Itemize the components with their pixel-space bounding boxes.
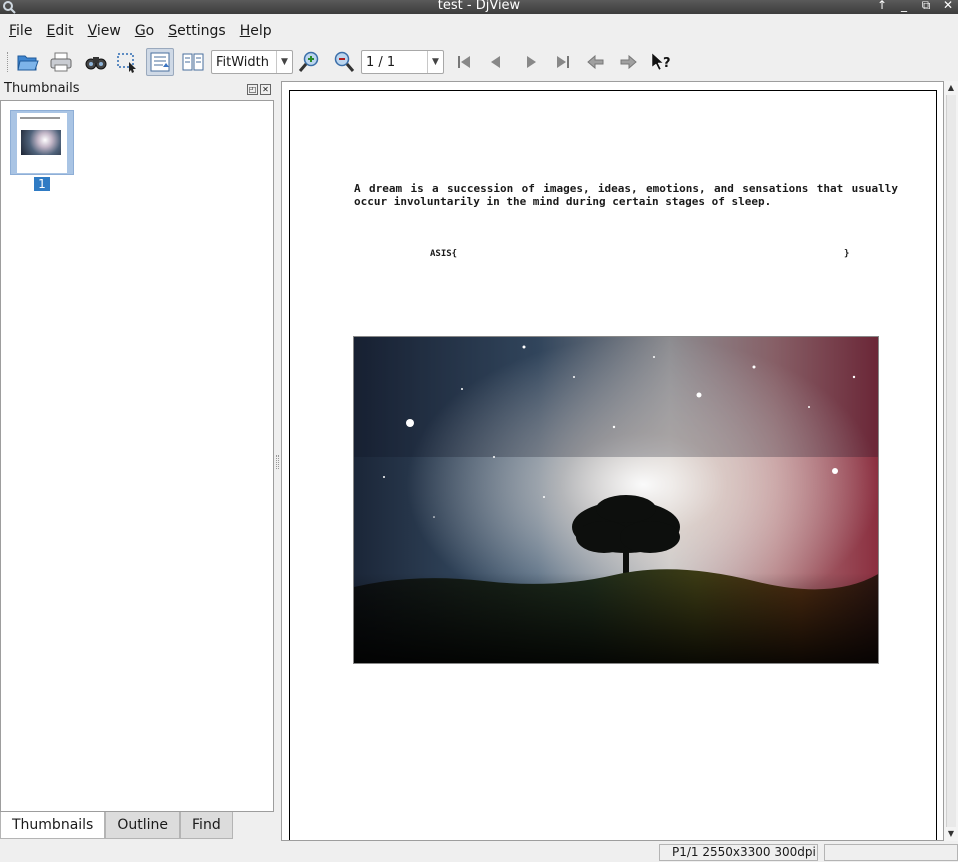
side-by-side-button[interactable] xyxy=(179,48,207,76)
menu-bar: File Edit View Go Settings Help xyxy=(0,19,286,43)
thumbnail-image xyxy=(21,130,61,155)
select-button[interactable] xyxy=(113,48,141,76)
thumbnails-panel: 1 xyxy=(0,100,274,812)
toolbar: FitWidth ▼ 1 / 1 ▼ ? xyxy=(0,46,958,78)
zoom-in-button[interactable] xyxy=(296,48,324,76)
continuous-icon xyxy=(150,52,170,72)
sidebar-tabs: Thumbnails Outline Find xyxy=(0,812,233,840)
chevron-down-icon[interactable]: ▼ xyxy=(276,51,292,73)
next-page-button[interactable] xyxy=(517,48,545,76)
next-page-icon xyxy=(527,56,536,68)
first-page-button[interactable] xyxy=(450,48,478,76)
title-bar: test - DjView ↑ _ ⧉ ✕ xyxy=(0,0,958,14)
maximize-button[interactable]: ⧉ xyxy=(920,0,932,13)
zoom-out-button[interactable] xyxy=(329,48,357,76)
status-extra xyxy=(824,844,958,861)
scrollbar-thumb[interactable] xyxy=(946,95,956,827)
toolbar-grip xyxy=(7,52,9,72)
find-icon xyxy=(85,57,107,70)
status-bar: P1/1 2550x3300 300dpi xyxy=(0,842,958,862)
dream-tree-image xyxy=(353,336,879,664)
minimize-button[interactable]: _ xyxy=(898,0,910,13)
menu-file[interactable]: File xyxy=(9,23,32,39)
back-button[interactable] xyxy=(582,48,610,76)
svg-text:?: ? xyxy=(663,56,671,71)
menu-view[interactable]: View xyxy=(88,23,121,39)
close-button[interactable]: ✕ xyxy=(942,0,954,13)
document-page: A dream is a succession of images, ideas… xyxy=(289,90,937,840)
tab-find[interactable]: Find xyxy=(180,812,233,839)
scroll-down-icon[interactable]: ▼ xyxy=(944,827,958,841)
menu-edit[interactable]: Edit xyxy=(46,23,73,39)
vertical-scrollbar[interactable]: ▲ ▼ xyxy=(944,81,958,841)
tab-thumbnails[interactable]: Thumbnails xyxy=(0,812,106,839)
menu-go[interactable]: Go xyxy=(135,23,154,39)
zoom-mode-select[interactable]: FitWidth ▼ xyxy=(211,50,293,74)
find-button[interactable] xyxy=(82,48,110,76)
tab-outline[interactable]: Outline xyxy=(105,812,181,839)
forward-button[interactable] xyxy=(614,48,642,76)
select-icon xyxy=(117,53,136,73)
sidebar-title: Thumbnails xyxy=(4,81,80,96)
asis-open-text: ASIS{ xyxy=(430,249,458,259)
open-icon xyxy=(17,55,39,71)
zoom-in-icon xyxy=(298,51,319,72)
prev-page-icon xyxy=(491,56,500,68)
last-page-button[interactable] xyxy=(549,48,577,76)
panel-splitter-handle[interactable] xyxy=(276,455,279,469)
page-paragraph: A dream is a succession of images, ideas… xyxy=(354,182,898,208)
window-title: test - DjView xyxy=(437,0,521,13)
first-page-icon xyxy=(458,56,470,68)
forward-icon xyxy=(620,54,637,70)
page-select[interactable]: 1 / 1 ▼ xyxy=(361,50,444,74)
whats-this-button[interactable]: ? xyxy=(647,48,675,76)
float-panel-icon[interactable]: ◰ xyxy=(247,84,258,95)
zoom-mode-value: FitWidth xyxy=(216,54,270,70)
thumbnail-page-number: 1 xyxy=(34,177,50,191)
thumbnail-text-line xyxy=(20,117,60,119)
thumbnail-page-1[interactable] xyxy=(10,110,74,175)
page-indicator: 1 / 1 xyxy=(366,54,396,70)
scroll-up-icon[interactable]: ▲ xyxy=(944,81,958,95)
last-page-icon xyxy=(557,56,569,68)
print-button[interactable] xyxy=(47,48,75,76)
whats-this-icon: ? xyxy=(651,52,671,71)
print-icon xyxy=(50,52,72,72)
chevron-down-icon[interactable]: ▼ xyxy=(427,51,443,73)
menu-help[interactable]: Help xyxy=(240,23,272,39)
side-by-side-icon xyxy=(182,53,204,71)
open-button[interactable] xyxy=(14,48,42,76)
zoom-out-icon xyxy=(334,51,355,72)
asis-close-text: } xyxy=(844,249,850,259)
continuous-button[interactable] xyxy=(146,48,174,76)
prev-page-button[interactable] xyxy=(482,48,510,76)
document-view[interactable]: A dream is a succession of images, ideas… xyxy=(281,81,944,841)
page-info-status: P1/1 2550x3300 300dpi xyxy=(659,844,818,861)
thumbnail-page-preview xyxy=(17,113,67,173)
back-icon xyxy=(587,54,604,70)
close-panel-icon[interactable]: ✕ xyxy=(260,84,271,95)
keep-above-icon[interactable]: ↑ xyxy=(876,0,888,13)
menu-settings[interactable]: Settings xyxy=(168,23,225,39)
